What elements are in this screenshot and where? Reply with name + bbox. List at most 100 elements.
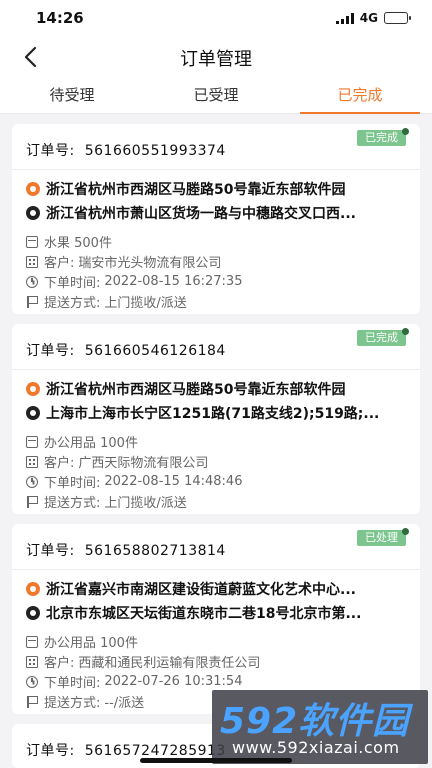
clock-icon bbox=[26, 675, 38, 688]
order-number-label: 订单号: bbox=[26, 143, 75, 159]
clock-icon bbox=[26, 475, 38, 488]
tab-pending[interactable]: 待受理 bbox=[0, 76, 144, 113]
flag-icon bbox=[26, 695, 38, 708]
order-number-label: 订单号: bbox=[26, 743, 75, 759]
package-icon bbox=[26, 435, 38, 448]
order-time-value: 2022-07-26 10:31:54 bbox=[104, 674, 243, 689]
network-type: 4G bbox=[359, 11, 378, 25]
pickup-pin-icon bbox=[26, 582, 40, 596]
order-time-row: 下单时间: 2022-08-15 16:27:35 bbox=[26, 272, 242, 291]
page-title: 订单管理 bbox=[180, 49, 252, 70]
delivery-method-label: 提送方式: bbox=[44, 696, 101, 711]
goods-text: 水果 500件 bbox=[44, 236, 112, 251]
order-time-value: 2022-08-15 16:27:35 bbox=[104, 274, 243, 289]
pickup-pin-icon bbox=[26, 382, 40, 396]
customer-label: 客户: bbox=[44, 456, 75, 471]
nav-bar: 订单管理 bbox=[0, 38, 432, 76]
order-time-row: 下单时间: 2022-07-26 10:31:54 bbox=[26, 672, 242, 691]
delivery-pin-icon bbox=[26, 206, 40, 220]
tab-completed[interactable]: 已完成 bbox=[288, 76, 432, 114]
goods-row: 水果 500件 bbox=[26, 232, 112, 251]
order-number-value: 561658802713814 bbox=[84, 543, 226, 559]
flag-icon bbox=[26, 295, 38, 308]
delivery-method-value: --/派送 bbox=[104, 696, 145, 711]
order-time-label: 下单时间: bbox=[44, 676, 101, 691]
customer-row: 客户: 广西天际物流有限公司 bbox=[26, 452, 208, 471]
delivery-address: 北京市东城区天坛街道东晓市二巷18号北京市第... bbox=[26, 603, 406, 623]
delivery-method-row: 提送方式: 上门揽收/派送 bbox=[26, 292, 187, 311]
order-card-header: 订单号: 561660551993374 已完成 bbox=[12, 124, 420, 170]
customer-value: 瑞安市光头物流有限公司 bbox=[78, 256, 222, 271]
status-bar: 14:26 4G bbox=[0, 0, 432, 38]
delivery-address: 浙江省杭州市萧山区货场一路与中穗路交叉口西... bbox=[26, 203, 406, 223]
customer-value: 西藏和通民利运输有限责任公司 bbox=[78, 656, 261, 671]
order-number: 订单号: 561660546126184 bbox=[26, 340, 226, 360]
delivery-pin-icon bbox=[26, 406, 40, 420]
delivery-method-value: 上门揽收/派送 bbox=[104, 296, 187, 311]
customer-value: 广西天际物流有限公司 bbox=[78, 456, 209, 471]
goods-row: 办公用品 100件 bbox=[26, 632, 138, 651]
watermark-logo: 592软件园 www.592xiazai.com bbox=[212, 690, 428, 764]
status-indicators: 4G bbox=[335, 11, 411, 25]
order-number-value: 561660551993374 bbox=[84, 143, 226, 159]
status-time: 14:26 bbox=[36, 9, 84, 27]
order-time-label: 下单时间: bbox=[44, 476, 101, 491]
goods-row: 办公用品 100件 bbox=[26, 432, 138, 451]
signal-icon bbox=[335, 12, 354, 24]
watermark-title: 592软件园 bbox=[220, 701, 410, 742]
goods-text: 办公用品 100件 bbox=[44, 436, 138, 451]
order-card-header: 订单号: 561660546126184 已完成 bbox=[12, 324, 420, 370]
pickup-pin-icon bbox=[26, 182, 40, 196]
flag-icon bbox=[26, 495, 38, 508]
status-badge: 已处理 bbox=[357, 528, 409, 546]
delivery-address-text: 浙江省杭州市萧山区货场一路与中穗路交叉口西... bbox=[46, 206, 356, 222]
delivery-method-row: 提送方式: 上门揽收/派送 bbox=[26, 492, 187, 511]
status-badge: 已完成 bbox=[357, 128, 409, 146]
order-time-row: 下单时间: 2022-08-15 14:48:46 bbox=[26, 472, 242, 491]
package-icon bbox=[26, 635, 38, 648]
delivery-method-value: 上门揽收/派送 bbox=[104, 496, 187, 511]
building-icon bbox=[26, 655, 38, 668]
customer-label: 客户: bbox=[44, 656, 75, 671]
order-time-label: 下单时间: bbox=[44, 276, 101, 291]
tab-accepted[interactable]: 已受理 bbox=[144, 76, 288, 113]
package-icon bbox=[26, 235, 38, 248]
order-number: 订单号: 561657247285913 bbox=[26, 740, 226, 760]
delivery-method-label: 提送方式: bbox=[44, 296, 101, 311]
order-card[interactable]: 订单号: 561658802713814 已处理 浙江省嘉兴市南湖区建设街道蔚蓝文… bbox=[12, 524, 420, 714]
order-number: 订单号: 561658802713814 bbox=[26, 540, 226, 560]
delivery-method-row: 提送方式: --/派送 bbox=[26, 692, 144, 711]
watermark-url: www.592xiazai.com bbox=[232, 738, 400, 757]
building-icon bbox=[26, 255, 38, 268]
pickup-address-text: 浙江省杭州市西湖区马塍路50号靠近东部软件园 bbox=[46, 182, 346, 198]
pickup-address: 浙江省杭州市西湖区马塍路50号靠近东部软件园 bbox=[26, 179, 406, 199]
order-card[interactable]: 订单号: 561660551993374 已完成 浙江省杭州市西湖区马塍路50号靠… bbox=[12, 124, 420, 314]
order-number-label: 订单号: bbox=[26, 543, 75, 559]
pickup-address: 浙江省嘉兴市南湖区建设街道蔚蓝文化艺术中心... bbox=[26, 579, 406, 599]
battery-icon bbox=[384, 12, 411, 24]
delivery-pin-icon bbox=[26, 606, 40, 620]
customer-row: 客户: 瑞安市光头物流有限公司 bbox=[26, 252, 221, 271]
pickup-address-text: 浙江省杭州市西湖区马塍路50号靠近东部软件园 bbox=[46, 382, 346, 398]
delivery-address: 上海市上海市长宁区1251路(71路支线2);519路;... bbox=[26, 403, 406, 423]
delivery-address-text: 北京市东城区天坛街道东晓市二巷18号北京市第... bbox=[46, 606, 362, 622]
order-time-value: 2022-08-15 14:48:46 bbox=[104, 474, 243, 489]
customer-label: 客户: bbox=[44, 256, 75, 271]
status-badge: 已完成 bbox=[357, 328, 409, 346]
delivery-method-label: 提送方式: bbox=[44, 496, 101, 511]
pickup-address-text: 浙江省嘉兴市南湖区建设街道蔚蓝文化艺术中心... bbox=[46, 582, 356, 598]
order-number-value: 561660546126184 bbox=[84, 343, 226, 359]
clock-icon bbox=[26, 275, 38, 288]
pickup-address: 浙江省杭州市西湖区马塍路50号靠近东部软件园 bbox=[26, 379, 406, 399]
order-card[interactable]: 订单号: 561660546126184 已完成 浙江省杭州市西湖区马塍路50号靠… bbox=[12, 324, 420, 514]
order-number: 订单号: 561660551993374 bbox=[26, 140, 226, 160]
order-number-value: 561657247285913 bbox=[84, 743, 226, 759]
goods-text: 办公用品 100件 bbox=[44, 636, 138, 651]
order-number-label: 订单号: bbox=[26, 343, 75, 359]
customer-row: 客户: 西藏和通民利运输有限责任公司 bbox=[26, 652, 260, 671]
order-card-header: 订单号: 561658802713814 已处理 bbox=[12, 524, 420, 570]
building-icon bbox=[26, 455, 38, 468]
status-tabs: 待受理 已受理 已完成 bbox=[0, 76, 432, 114]
home-indicator[interactable] bbox=[140, 758, 292, 763]
delivery-address-text: 上海市上海市长宁区1251路(71路支线2);519路;... bbox=[46, 406, 380, 422]
